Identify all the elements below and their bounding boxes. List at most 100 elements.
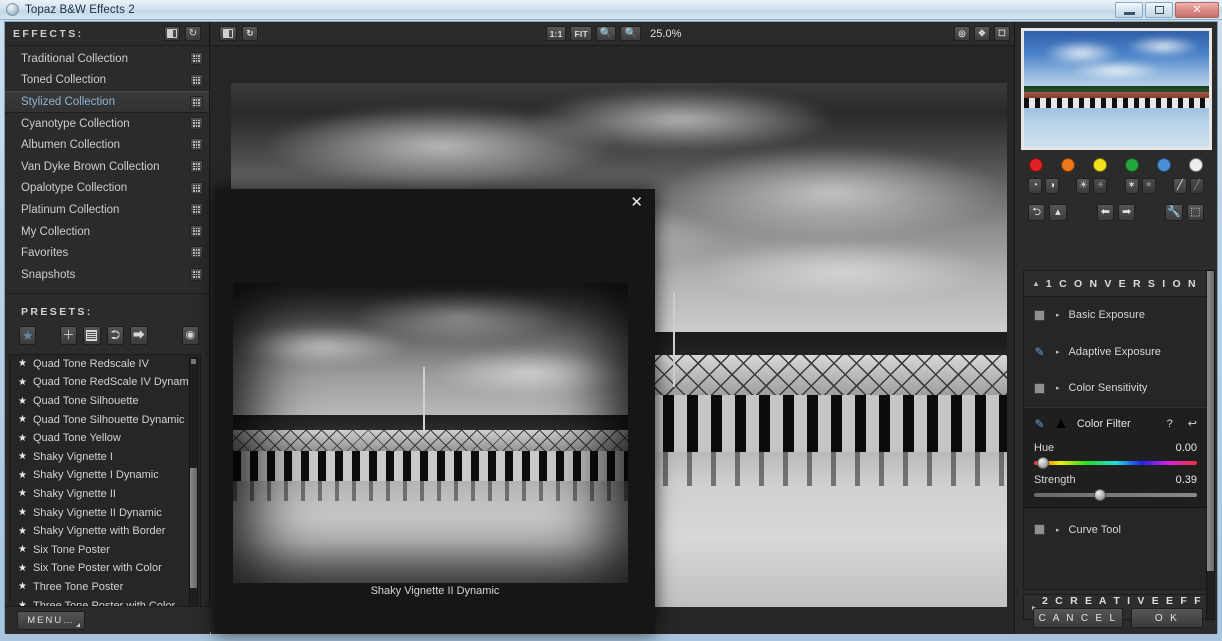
grid-view-icon[interactable] bbox=[190, 203, 203, 217]
snapshot-camera-button[interactable]: ◉ bbox=[181, 325, 199, 345]
refresh-icon[interactable]: ↻ bbox=[242, 26, 258, 41]
grid-view-icon[interactable] bbox=[190, 181, 203, 195]
collection-item-toned[interactable]: Toned Collection bbox=[5, 70, 209, 92]
adjustment-row-curve-tool[interactable]: ▸ Curve Tool bbox=[1024, 512, 1208, 549]
preset-item[interactable]: ★ Shaky Vignette II Dynamic bbox=[10, 503, 200, 522]
brush-indicator-icon[interactable]: ✎ bbox=[1034, 418, 1045, 430]
collection-item-platinum[interactable]: Platinum Collection bbox=[5, 199, 209, 221]
burn-tool-icon[interactable]: ◔ bbox=[1028, 178, 1043, 194]
settings-wrench-icon[interactable]: 🔧 bbox=[1165, 204, 1183, 221]
collection-item-albumen[interactable]: Albumen Collection bbox=[5, 134, 209, 156]
detail-remove-icon[interactable]: ✶ bbox=[1141, 178, 1156, 194]
zoom-in-button[interactable]: 🔍 bbox=[620, 26, 642, 41]
color-swatch-white[interactable] bbox=[1189, 158, 1203, 172]
grid-view-icon[interactable] bbox=[190, 159, 203, 173]
preset-item[interactable]: ★ Quad Tone Silhouette bbox=[10, 392, 200, 411]
adjustment-row-color-sensitivity[interactable]: ▸ Color Sensitivity bbox=[1024, 370, 1208, 407]
preset-item[interactable]: ★ Quad Tone Yellow bbox=[10, 429, 200, 448]
cancel-button[interactable]: C A N C E L bbox=[1033, 608, 1123, 628]
menu-button[interactable]: MENU… bbox=[17, 611, 85, 630]
enable-checkbox[interactable] bbox=[1034, 524, 1045, 536]
zoom-fit-button[interactable]: FIT bbox=[570, 26, 592, 41]
image-canvas[interactable]: ✕ Shaky Vignette II Dynamic bbox=[211, 46, 1016, 634]
split-view-icon[interactable] bbox=[164, 26, 180, 41]
collection-item-stylized[interactable]: Stylized Collection bbox=[5, 91, 209, 113]
collapse-all-icon[interactable]: ▴ bbox=[1049, 204, 1067, 221]
preset-item[interactable]: ★ Quad Tone Redscale IV bbox=[10, 355, 200, 374]
collection-item-favorites[interactable]: Favorites bbox=[5, 242, 209, 264]
close-icon[interactable]: ✕ bbox=[630, 195, 643, 210]
strength-slider-knob[interactable] bbox=[1094, 488, 1107, 501]
color-filter-header[interactable]: ✎ ▲ Color Filter ? ↩ bbox=[1034, 415, 1197, 433]
preset-item[interactable]: ★ Shaky Vignette II bbox=[10, 485, 200, 504]
redo-icon[interactable]: ➡ bbox=[1117, 204, 1136, 221]
collection-item-my-collection[interactable]: My Collection bbox=[5, 221, 209, 243]
close-button[interactable]: ✕ bbox=[1175, 2, 1219, 18]
undo-icon[interactable]: ⬅ bbox=[1096, 204, 1114, 221]
preset-item[interactable]: ★ Shaky Vignette I bbox=[10, 448, 200, 467]
zoom-actual-size-button[interactable]: 1:1 bbox=[545, 26, 567, 41]
zoom-out-button[interactable]: 🔍 bbox=[595, 26, 617, 41]
help-icon[interactable]: ? bbox=[1167, 418, 1173, 430]
color-swatch-orange[interactable] bbox=[1061, 158, 1075, 172]
eraser-tool-icon[interactable]: ╱ bbox=[1189, 178, 1204, 194]
preset-item[interactable]: ★ Quad Tone RedScale IV Dynamic bbox=[10, 373, 200, 392]
scrollbar-thumb[interactable] bbox=[1207, 271, 1214, 571]
brighten-tool-icon[interactable]: ☀ bbox=[1076, 178, 1091, 194]
enable-checkbox[interactable] bbox=[1034, 309, 1045, 321]
preset-preview-modal[interactable]: ✕ Shaky Vignette II Dynamic bbox=[215, 189, 655, 633]
enable-checkbox[interactable] bbox=[1034, 382, 1045, 394]
navigator-thumbnail[interactable] bbox=[1021, 28, 1212, 150]
section-header-conversion[interactable]: ▲ 1 C O N V E R S I O N bbox=[1024, 271, 1208, 297]
move-tool-icon[interactable]: ✥ bbox=[974, 26, 990, 41]
brush-indicator-icon[interactable]: ✎ bbox=[1034, 346, 1045, 358]
darken-tool-icon[interactable]: ☀ bbox=[1093, 178, 1108, 194]
reset-icon[interactable]: ↩ bbox=[1188, 417, 1197, 430]
selection-icon[interactable]: ⬚ bbox=[1186, 204, 1204, 221]
maximize-button[interactable] bbox=[1145, 2, 1173, 18]
preset-item[interactable]: ★ Quad Tone Silhouette Dynamic bbox=[10, 410, 200, 429]
strength-slider-track[interactable] bbox=[1034, 488, 1197, 501]
grid-view-icon[interactable] bbox=[190, 52, 203, 65]
export-preset-button[interactable]: ⮕ bbox=[130, 325, 148, 345]
grid-view-icon[interactable] bbox=[190, 96, 203, 110]
grid-view-icon[interactable] bbox=[190, 246, 203, 260]
scrollbar-thumb[interactable] bbox=[190, 467, 197, 588]
favorite-star-button[interactable]: ★ bbox=[19, 325, 37, 345]
adjustment-row-adaptive-exposure[interactable]: ✎ ▸ Adaptive Exposure bbox=[1024, 334, 1208, 371]
hue-slider-track[interactable] bbox=[1034, 456, 1197, 469]
presets-list[interactable]: ★ Quad Tone Redscale IV ★ Quad Tone RedSca… bbox=[9, 353, 201, 616]
grid-view-icon[interactable] bbox=[190, 267, 203, 281]
grid-view-icon[interactable] bbox=[190, 138, 203, 152]
hue-slider-knob[interactable] bbox=[1037, 456, 1050, 469]
collection-item-snapshots[interactable]: Snapshots bbox=[5, 264, 209, 286]
right-panel-scrollbar[interactable] bbox=[1206, 270, 1215, 620]
split-view-icon[interactable] bbox=[219, 26, 237, 41]
fullscreen-icon[interactable]: ☐ bbox=[994, 26, 1010, 41]
preset-item[interactable]: ★ Six Tone Poster bbox=[10, 540, 200, 559]
collection-item-opalotype[interactable]: Opalotype Collection bbox=[5, 178, 209, 200]
grid-view-icon[interactable] bbox=[190, 224, 203, 238]
grid-view-icon[interactable] bbox=[190, 116, 203, 130]
preset-item[interactable]: ★ Shaky Vignette I Dynamic bbox=[10, 466, 200, 485]
target-preview-icon[interactable]: ◎ bbox=[954, 26, 970, 41]
color-swatch-green[interactable] bbox=[1125, 158, 1139, 172]
detail-add-icon[interactable]: ✶ bbox=[1124, 178, 1139, 194]
collection-item-traditional[interactable]: Traditional Collection bbox=[5, 48, 209, 70]
dodge-tool-icon[interactable]: ◑ bbox=[1045, 178, 1060, 194]
grid-view-icon[interactable] bbox=[190, 73, 203, 87]
brush-tool-icon[interactable]: ╱ bbox=[1172, 178, 1187, 194]
preset-item[interactable]: ★ Shaky Vignette with Border bbox=[10, 522, 200, 541]
delete-preset-button[interactable] bbox=[83, 325, 101, 345]
preset-item[interactable]: ★ Six Tone Poster with Color bbox=[10, 559, 200, 578]
adjustment-row-basic-exposure[interactable]: ▸ Basic Exposure bbox=[1024, 297, 1208, 334]
undo-all-icon[interactable]: ⮌ bbox=[1028, 204, 1046, 221]
color-swatch-red[interactable] bbox=[1029, 158, 1043, 172]
collection-item-cyanotype[interactable]: Cyanotype Collection bbox=[5, 113, 209, 135]
scrollbar-up-cap[interactable] bbox=[191, 358, 196, 364]
color-swatch-yellow[interactable] bbox=[1093, 158, 1107, 172]
import-preset-button[interactable]: ⮊ bbox=[106, 325, 125, 345]
presets-scrollbar[interactable] bbox=[189, 356, 198, 615]
minimize-button[interactable] bbox=[1115, 2, 1143, 18]
ok-button[interactable]: O K bbox=[1131, 608, 1203, 628]
